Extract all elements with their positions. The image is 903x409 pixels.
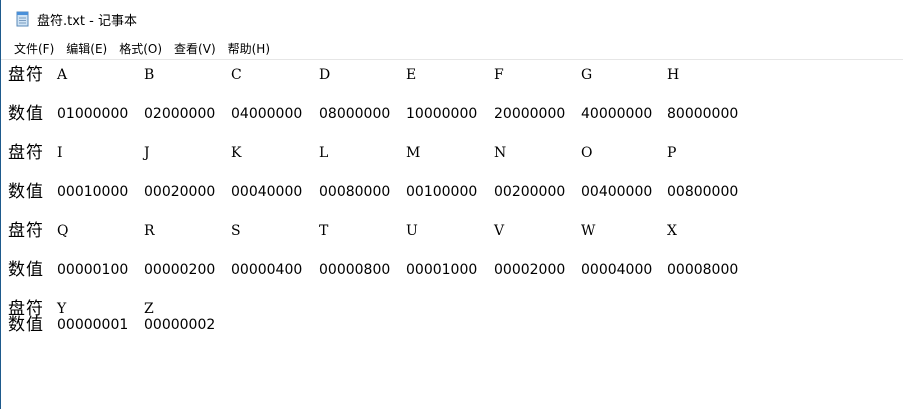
menu-bar: 文件(F) 编辑(E) 格式(O) 查看(V) 帮助(H) [1,38,903,60]
value-cell: 40000000 [581,106,653,122]
value-cell: 00004000 [581,262,653,278]
drive-letter-cell: S [231,223,241,239]
drive-letter-cell: W [581,223,596,239]
value-cell: 00000001 [57,317,129,333]
drive-letter-cell: I [57,145,63,161]
drive-letter-cell: D [319,67,331,83]
drive-letter-cell: J [144,145,150,161]
window-title: 盘符.txt - 记事本 [37,13,137,29]
value-cell: 00200000 [494,184,566,200]
drive-letter-cell: K [231,145,242,161]
title-bar[interactable]: 盘符.txt - 记事本 [1,0,903,38]
value-cell: 00001000 [406,262,478,278]
drive-letter-cell: N [494,145,507,161]
line-label: 数值 [8,104,44,124]
value-cell: 08000000 [319,106,391,122]
drive-letter-cell: P [667,145,677,161]
value-cell: 80000000 [667,106,739,122]
line-label: 盘符 [8,143,44,163]
line-label: 盘符 [8,221,44,241]
drive-letter-cell: E [406,67,417,83]
value-cell: 20000000 [494,106,566,122]
value-cell: 00008000 [667,262,739,278]
drive-letter-cell: A [57,67,68,83]
value-cell: 01000000 [57,106,129,122]
menu-file[interactable]: 文件(F) [11,38,60,59]
line-label: 数值 [8,315,44,335]
menu-edit[interactable]: 编辑(E) [63,38,113,59]
line-label: 数值 [8,260,44,280]
drive-letter-cell: B [144,67,155,83]
value-cell: 00040000 [231,184,303,200]
drive-letter-cell: X [667,223,677,239]
value-cell: 00000200 [144,262,216,278]
notepad-icon [15,11,31,27]
value-cell: 00800000 [667,184,739,200]
drive-letter-cell: U [406,223,418,239]
value-cell: 00010000 [57,184,129,200]
line-label: 数值 [8,182,44,202]
drive-letter-cell: F [494,67,504,83]
drive-letter-cell: T [319,223,329,239]
value-cell: 00000400 [231,262,303,278]
value-cell: 00002000 [494,262,566,278]
value-cell: 00080000 [319,184,391,200]
drive-letter-cell: M [406,145,421,161]
value-cell: 02000000 [144,106,216,122]
menu-view[interactable]: 查看(V) [171,38,222,59]
drive-letter-cell: V [494,223,505,239]
value-cell: 00100000 [406,184,478,200]
drive-letter-cell: O [581,145,593,161]
value-cell: 00020000 [144,184,216,200]
drive-letter-cell: G [581,67,593,83]
value-cell: 00000100 [57,262,129,278]
value-cell: 10000000 [406,106,478,122]
drive-letter-cell: R [144,223,155,239]
line-label: 盘符 [8,65,44,85]
menu-format[interactable]: 格式(O) [116,38,168,59]
value-cell: 00400000 [581,184,653,200]
drive-letter-cell: Q [57,223,69,239]
drive-letter-cell: H [667,67,680,83]
menu-help[interactable]: 帮助(H) [225,38,276,59]
drive-letter-cell: C [231,67,242,83]
notepad-window: 盘符.txt - 记事本 文件(F) 编辑(E) 格式(O) 查看(V) 帮助(… [0,0,903,409]
value-cell: 00000800 [319,262,391,278]
text-editor-area[interactable]: 盘符 A B C D E F G H 数值 01000000 02000000 04000000 0800… [1,61,903,409]
value-cell: 04000000 [231,106,303,122]
value-cell: 00000002 [144,317,216,333]
drive-letter-cell: L [319,145,329,161]
